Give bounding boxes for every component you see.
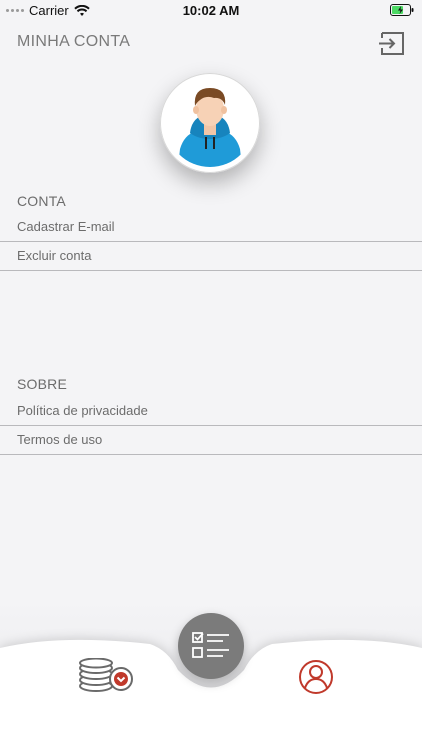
menu-item-cadastrar-email[interactable]: Cadastrar E-mail [0, 213, 422, 242]
coins-icon [79, 657, 133, 692]
nav-profile-button[interactable] [298, 659, 334, 695]
menu-item-excluir-conta[interactable]: Excluir conta [0, 242, 422, 271]
battery-icon [390, 4, 414, 16]
menu-item-label: Excluir conta [17, 248, 92, 263]
checklist-fab-button[interactable] [178, 613, 244, 679]
section-label-sobre: SOBRE [17, 376, 68, 392]
checklist-icon [192, 632, 229, 658]
clock: 10:02 AM [182, 3, 240, 18]
avatar[interactable] [160, 73, 260, 173]
menu-item-label: Termos de uso [17, 432, 103, 447]
nav-coins-button[interactable] [78, 657, 136, 696]
logout-button[interactable] [378, 28, 408, 58]
section-label-conta: CONTA [17, 193, 66, 209]
menu-item-termos-uso[interactable]: Termos de uso [0, 426, 422, 455]
user-profile-icon [299, 660, 333, 694]
page-title: MINHA CONTA [17, 33, 131, 50]
status-bar: Carrier 10:02 AM [0, 0, 422, 22]
menu-item-label: Política de privacidade [17, 403, 148, 418]
header: MINHA CONTA [0, 26, 422, 62]
menu-item-politica-privacidade[interactable]: Política de privacidade [0, 397, 422, 426]
avatar-illustration [166, 79, 254, 167]
logout-icon [379, 32, 404, 55]
menu-item-label: Cadastrar E-mail [17, 219, 115, 234]
